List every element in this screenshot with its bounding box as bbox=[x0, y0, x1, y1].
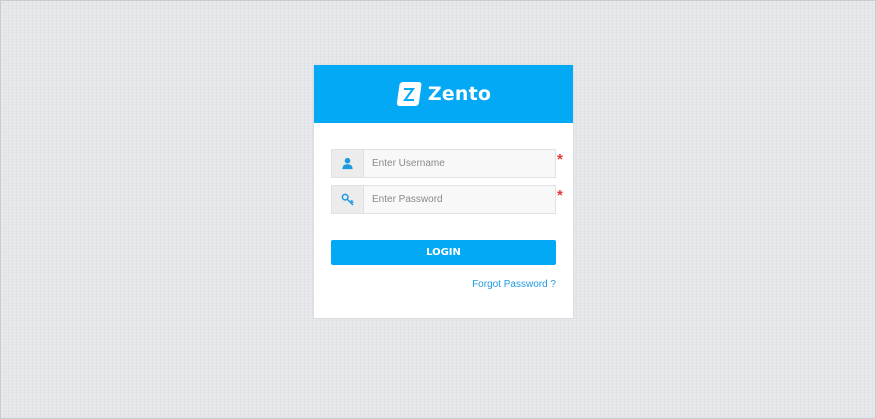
username-required-marker: * bbox=[557, 151, 563, 168]
key-icon bbox=[332, 186, 364, 213]
forgot-password-link[interactable]: Forgot Password ? bbox=[472, 279, 556, 290]
password-field bbox=[331, 185, 556, 214]
username-field bbox=[331, 149, 556, 178]
login-form: * * LOGIN Forgot Password ? bbox=[314, 123, 573, 318]
login-card: Zento * * LOGIN Forgot Pass bbox=[314, 65, 573, 318]
user-icon bbox=[332, 150, 364, 177]
z-logo-icon bbox=[396, 82, 422, 106]
login-button[interactable]: LOGIN bbox=[331, 240, 556, 265]
brand-name: Zento bbox=[427, 83, 492, 105]
brand: Zento bbox=[396, 81, 491, 107]
username-input[interactable] bbox=[364, 150, 555, 177]
password-required-marker: * bbox=[557, 187, 563, 204]
password-input[interactable] bbox=[364, 186, 555, 213]
card-header: Zento bbox=[314, 65, 573, 123]
